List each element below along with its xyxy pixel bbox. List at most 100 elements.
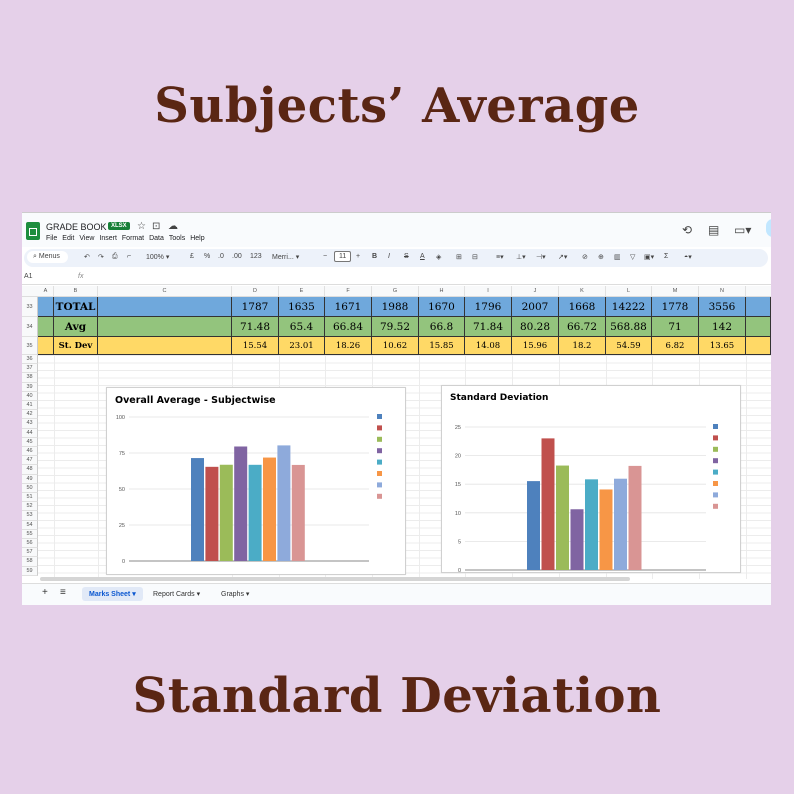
increase-decimal-button[interactable]: .00 <box>232 253 242 260</box>
legend-swatch[interactable] <box>377 436 382 442</box>
cell-c[interactable] <box>98 337 232 355</box>
chart-bar[interactable] <box>205 466 219 561</box>
column-header[interactable]: N <box>699 286 746 296</box>
legend-swatch[interactable] <box>377 471 382 476</box>
value-cell[interactable]: 13.65 <box>699 337 746 355</box>
star-icon[interactable]: ☆ <box>137 221 146 232</box>
value-cell[interactable]: 66.84 <box>325 317 372 337</box>
value-cell[interactable]: 1670 <box>419 297 465 317</box>
menu-view[interactable]: View <box>79 235 94 242</box>
row-header[interactable]: 47 <box>22 456 38 466</box>
chart-bar[interactable] <box>614 478 627 570</box>
row-header[interactable]: 58 <box>22 557 38 567</box>
undo-icon[interactable]: ↶ <box>84 253 90 261</box>
video-icon[interactable]: ▭▾ <box>734 223 751 237</box>
cell-c[interactable] <box>98 297 232 317</box>
value-cell[interactable]: 18.2 <box>559 337 606 355</box>
row-label-cell[interactable]: Avg <box>54 317 98 337</box>
row-header[interactable]: 46 <box>22 447 38 457</box>
column-header[interactable]: M <box>652 286 699 296</box>
row-header[interactable]: 53 <box>22 511 38 521</box>
chart-bar[interactable] <box>191 458 204 561</box>
row-header[interactable]: 42 <box>22 410 38 420</box>
row-header[interactable]: 37 <box>22 364 38 374</box>
menu-data[interactable]: Data <box>149 235 164 242</box>
chart-icon[interactable]: ▥ <box>614 253 621 261</box>
row-header[interactable]: 50 <box>22 483 38 493</box>
cell-c[interactable] <box>98 317 232 337</box>
borders-icon[interactable]: ⊞ <box>456 253 462 261</box>
row-header[interactable]: 57 <box>22 548 38 558</box>
align-icon[interactable]: ≡▾ <box>496 253 504 261</box>
value-cell[interactable]: 66.72 <box>559 317 606 337</box>
value-cell[interactable]: 1635 <box>279 297 325 317</box>
avatar[interactable] <box>766 219 771 237</box>
zoom-select[interactable]: 100% ▾ <box>146 253 169 261</box>
legend-swatch[interactable] <box>377 493 382 499</box>
value-cell[interactable]: 14.08 <box>465 337 512 355</box>
value-cell[interactable]: 65.4 <box>279 317 325 337</box>
font-size-input[interactable]: 11 <box>334 251 352 262</box>
value-cell[interactable]: 142 <box>699 317 746 337</box>
redo-icon[interactable]: ↷ <box>98 253 104 261</box>
row-header[interactable]: 48 <box>22 465 38 475</box>
document-title[interactable]: GRADE BOOK <box>46 222 107 232</box>
value-cell[interactable]: 1668 <box>559 297 606 317</box>
menus-search-button[interactable]: ⌕ Menus <box>27 251 68 263</box>
value-cell[interactable]: 15.85 <box>419 337 465 355</box>
menu-insert[interactable]: Insert <box>99 235 117 242</box>
row-header[interactable]: 33 <box>22 297 38 317</box>
legend-swatch[interactable] <box>713 481 718 486</box>
link-icon[interactable]: ⊘ <box>582 253 588 261</box>
chart-bar[interactable] <box>628 465 642 570</box>
cell-extra[interactable] <box>746 317 771 337</box>
legend-swatch[interactable] <box>713 446 718 452</box>
row-header[interactable]: 59 <box>22 566 38 576</box>
value-cell[interactable]: 18.26 <box>325 337 372 355</box>
cell-extra[interactable] <box>746 297 771 317</box>
merge-cells-icon[interactable]: ⊟ <box>472 253 478 261</box>
cell-extra[interactable] <box>746 337 771 355</box>
row-header[interactable]: 54 <box>22 520 38 530</box>
all-sheets-button[interactable]: ≡ <box>60 587 66 598</box>
row-label-cell[interactable]: St. Dev <box>54 337 98 355</box>
chart-bar[interactable] <box>527 481 540 570</box>
value-cell[interactable]: 1988 <box>372 297 419 317</box>
column-header[interactable]: E <box>279 286 325 296</box>
legend-swatch[interactable] <box>713 435 718 441</box>
value-cell[interactable]: 6.82 <box>652 337 699 355</box>
filter-icon[interactable]: ▽ <box>630 253 635 261</box>
value-cell[interactable]: 568.88 <box>606 317 652 337</box>
row-header[interactable]: 35 <box>22 337 38 355</box>
fill-color-icon[interactable]: ◈ <box>436 253 441 261</box>
legend-swatch[interactable] <box>713 458 718 464</box>
strikethrough-icon[interactable]: S <box>404 253 409 260</box>
column-header[interactable]: D <box>232 286 279 296</box>
value-cell[interactable]: 1671 <box>325 297 372 317</box>
paint-format-icon[interactable]: ⌐ <box>127 253 131 260</box>
menu-file[interactable]: File <box>46 235 57 242</box>
add-sheet-button[interactable]: + <box>42 587 48 598</box>
font-size-increase-button[interactable]: + <box>356 253 360 260</box>
move-icon[interactable]: ⊡ <box>152 221 160 232</box>
functions-icon[interactable]: Σ <box>664 253 668 260</box>
font-select[interactable]: Merri... ▾ <box>272 253 299 261</box>
column-header[interactable]: C <box>98 286 232 296</box>
decrease-decimal-button[interactable]: .0 <box>218 253 224 260</box>
column-header[interactable]: B <box>54 286 98 296</box>
value-cell[interactable]: 15.54 <box>232 337 279 355</box>
chart-bar[interactable] <box>234 446 248 561</box>
value-cell[interactable]: 71 <box>652 317 699 337</box>
row-header[interactable]: 40 <box>22 391 38 401</box>
chart-bar[interactable] <box>248 464 262 561</box>
value-cell[interactable]: 14222 <box>606 297 652 317</box>
row-header[interactable]: 56 <box>22 539 38 549</box>
chart-bar[interactable] <box>219 464 233 561</box>
cloud-icon[interactable]: ☁ <box>168 221 178 232</box>
horizontal-scrollbar[interactable] <box>40 577 630 581</box>
rotate-icon[interactable]: ↗▾ <box>558 253 567 261</box>
row-header[interactable]: 43 <box>22 419 38 429</box>
insert-comment-icon[interactable]: ⊕ <box>598 253 604 261</box>
cell-a[interactable] <box>38 317 54 337</box>
wrap-icon[interactable]: ⊣▾ <box>536 253 546 261</box>
